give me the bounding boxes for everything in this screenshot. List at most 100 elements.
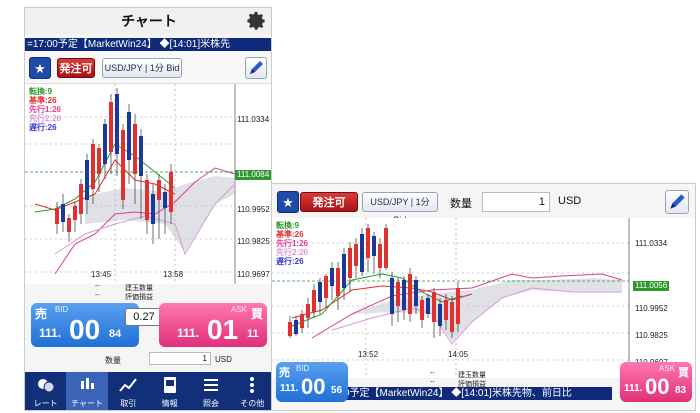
qty-unit: USD <box>558 195 582 207</box>
qty-unit: USD <box>215 355 232 364</box>
tab-rate[interactable]: レート <box>25 372 66 410</box>
candle-body <box>426 298 430 314</box>
candle-body <box>103 124 107 164</box>
candle-body <box>384 228 388 268</box>
screenshot-root: チャート =17:00予定【MarketWin24】 ◆[14:01]米株先 ★… <box>0 0 700 413</box>
inquiry-icon <box>203 379 218 391</box>
candle-body <box>169 172 173 212</box>
candle-body <box>402 280 406 310</box>
candle-body <box>145 180 149 220</box>
candle-body <box>420 300 424 320</box>
tab-trade[interactable]: 取引 <box>108 372 149 410</box>
trade-icon <box>119 378 138 392</box>
candle-body <box>366 228 370 258</box>
candle-body <box>79 184 83 214</box>
candle-body <box>360 234 364 272</box>
tab-more[interactable]: その他 <box>232 372 271 410</box>
position-qty-value: -- <box>95 283 100 290</box>
news-ticker[interactable]: 0予定【MarketWin24】 ◆[14:01]米株先物、前日比 <box>342 387 612 400</box>
draw-tool-button[interactable] <box>245 57 267 79</box>
pair-timeframe-button[interactable]: USD/JPY | 1分 Bid <box>102 58 182 78</box>
candle-body <box>372 236 376 256</box>
indicator-senkou1: 先行1:26 <box>276 239 309 248</box>
candle-body <box>85 160 89 200</box>
star-icon: ★ <box>34 61 46 76</box>
candle-body <box>127 112 131 160</box>
bid-prefix: 111. <box>280 383 299 394</box>
rate-icon <box>37 379 55 393</box>
sell-label: 売 <box>35 307 48 321</box>
buy-label: 買 <box>250 307 263 321</box>
pen-icon <box>670 194 685 209</box>
qty-input[interactable]: 1 <box>149 352 211 365</box>
order-enabled-button[interactable]: 発注可 <box>300 192 358 212</box>
candle-body <box>396 282 400 306</box>
candle-body <box>390 278 394 314</box>
pnl-label: 評価損益 <box>125 294 153 301</box>
candle-body <box>55 208 59 224</box>
landscape-screen: ★ 発注可 USD/JPY | 1分 Bid 数量 1 USD 転換:9 基準:… <box>271 183 696 411</box>
ticker-text: =17:00予定【MarketWin24】 ◆[14:01]米株先 <box>27 39 231 50</box>
sell-bid-button[interactable]: 売 BID 111. 00 56 <box>276 362 348 402</box>
pnl-value: -- <box>95 292 100 299</box>
candle-body <box>438 304 442 326</box>
pen-icon <box>250 61 263 74</box>
candle-body <box>450 302 454 332</box>
candle-body <box>324 276 328 298</box>
candle-body <box>330 268 334 286</box>
page-title: チャート <box>25 8 271 34</box>
candle-body <box>348 248 352 278</box>
candle-body <box>151 194 155 224</box>
spread-value: 0.27 <box>125 308 163 326</box>
sell-bid-button[interactable]: 売 BID 111. 00 84 <box>31 303 139 347</box>
indicator-senkou2: 先行2:26 <box>29 114 62 123</box>
tab-news[interactable]: 情報 <box>149 372 190 410</box>
time-tick: 13:45 <box>91 270 112 279</box>
tab-label: 照会 <box>202 399 219 408</box>
buy-label: 買 <box>678 367 689 379</box>
ask-suffix: 11 <box>247 328 259 340</box>
pnl-value: -- <box>430 379 435 386</box>
pair-timeframe-button[interactable]: USD/JPY | 1分 Bid <box>362 192 438 225</box>
candle-body <box>157 180 161 200</box>
buy-ask-button[interactable]: ASK 買 111. 00 83 <box>620 362 692 402</box>
candle-body <box>139 136 143 176</box>
ask-main: 00 <box>645 374 670 399</box>
tab-label: 取引 <box>120 399 137 408</box>
buy-ask-button[interactable]: ASK 買 111. 01 11 <box>159 303 267 347</box>
order-enabled-button[interactable]: 発注可 <box>57 58 95 78</box>
tab-label: その他 <box>240 399 265 408</box>
candle-body <box>300 314 304 328</box>
candlestick-chart[interactable]: 転換:9 基準:26 先行1:26 先行2:26 遅行:26 111.0334 … <box>272 218 696 378</box>
chart-icon <box>80 378 94 389</box>
draw-tool-button[interactable] <box>665 190 689 214</box>
tab-inquiry[interactable]: 照会 <box>190 372 231 410</box>
gear-icon[interactable] <box>245 10 267 32</box>
bid-prefix: 111. <box>39 326 62 340</box>
candle-body <box>336 268 340 296</box>
price-tick: 111.0334 <box>635 239 668 248</box>
news-ticker[interactable]: =17:00予定【MarketWin24】 ◆[14:01]米株先 <box>25 38 271 51</box>
chart-canvas[interactable] <box>272 218 696 378</box>
candle-body <box>408 274 412 314</box>
candle-body <box>91 144 95 189</box>
candle-body <box>444 300 448 320</box>
tab-label: チャート <box>71 399 103 408</box>
indicator-senkou2: 先行2:26 <box>276 248 309 257</box>
bid-main: 00 <box>301 374 326 399</box>
ask-tag: ASK <box>230 305 247 314</box>
current-price-tag: 111.0056 <box>633 281 670 291</box>
favorite-button[interactable]: ★ <box>277 191 299 213</box>
price-tick: 110.9697 <box>237 270 270 279</box>
indicator-tenkan: 転換:9 <box>29 87 53 96</box>
favorite-button[interactable]: ★ <box>29 57 51 79</box>
qty-input[interactable]: 1 <box>482 192 550 212</box>
candle-body <box>312 290 316 312</box>
candle-body <box>73 206 77 220</box>
chart-canvas[interactable] <box>25 84 272 284</box>
tab-chart[interactable]: チャート <box>66 372 108 410</box>
price-tick: 111.0334 <box>237 115 270 124</box>
candle-body <box>288 322 292 336</box>
more-icon <box>250 377 255 393</box>
candlestick-chart[interactable]: 転換:9 基準:26 先行1:26 先行2:26 遅行:26 111.0334 … <box>25 84 272 284</box>
